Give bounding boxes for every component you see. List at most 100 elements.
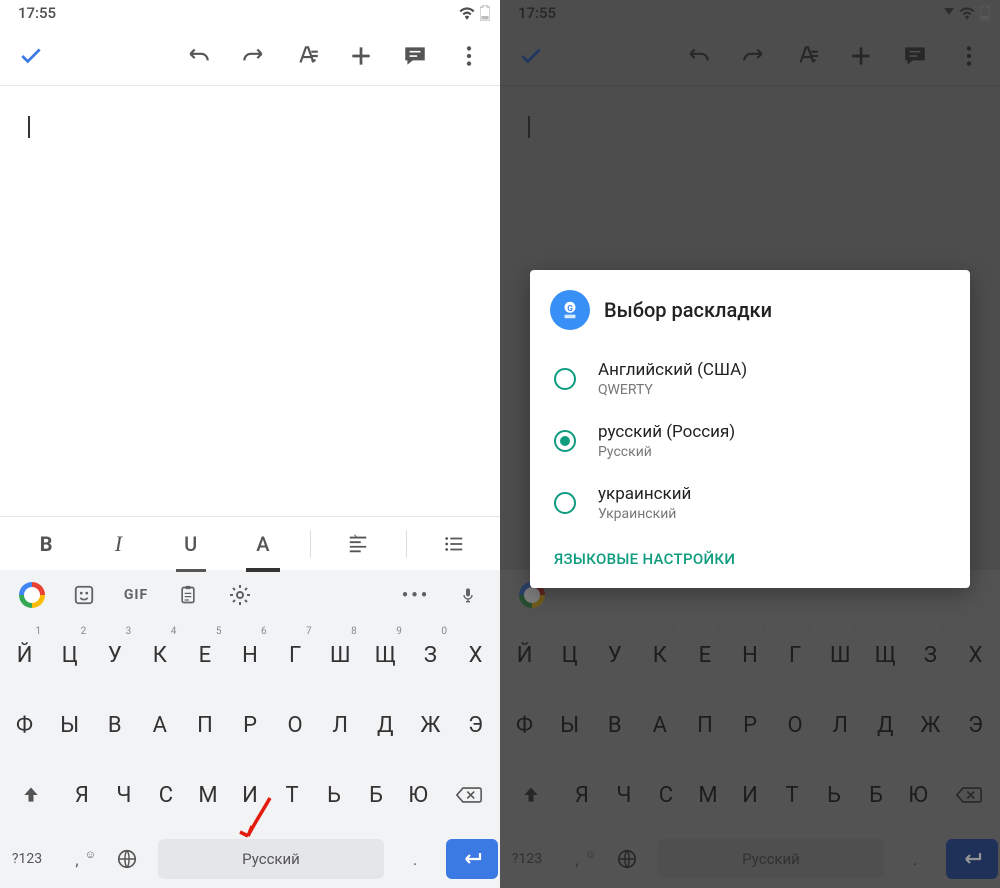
radio-button[interactable]: [554, 368, 576, 390]
key-Х[interactable]: Х: [453, 620, 498, 690]
key-И[interactable]: И: [729, 760, 771, 830]
key-П[interactable]: П: [182, 690, 227, 760]
key-Ь[interactable]: Ь: [313, 760, 355, 830]
shift-key[interactable]: [502, 760, 561, 830]
key-Щ[interactable]: Щ9: [863, 620, 908, 690]
key-Ц[interactable]: Ц2: [47, 620, 92, 690]
backspace-key[interactable]: [939, 760, 998, 830]
key-И[interactable]: И: [229, 760, 271, 830]
document-area[interactable]: [0, 86, 500, 516]
align-button[interactable]: [333, 526, 383, 562]
key-Б[interactable]: Б: [855, 760, 897, 830]
symbols-key[interactable]: ?123: [2, 851, 52, 867]
key-Р[interactable]: Р: [227, 690, 272, 760]
key-Ы[interactable]: Ы: [47, 690, 92, 760]
key-В[interactable]: В: [92, 690, 137, 760]
redo-icon[interactable]: [240, 43, 266, 69]
text-color-button[interactable]: A: [238, 526, 288, 562]
key-Н[interactable]: Н6: [727, 620, 772, 690]
key-М[interactable]: М: [687, 760, 729, 830]
undo-icon[interactable]: [186, 43, 212, 69]
key-Е[interactable]: Е5: [682, 620, 727, 690]
key-О[interactable]: О: [773, 690, 818, 760]
symbols-key[interactable]: ?123: [502, 851, 552, 867]
key-Ч[interactable]: Ч: [603, 760, 645, 830]
key-Е[interactable]: Е5: [182, 620, 227, 690]
more-options-icon[interactable]: •••: [392, 575, 440, 615]
layout-option[interactable]: украинскийУкраинский: [550, 472, 950, 534]
gif-icon[interactable]: GIF: [112, 575, 160, 615]
more-vert-icon[interactable]: [456, 43, 482, 69]
key-Й[interactable]: Й1: [502, 620, 547, 690]
key-Ю[interactable]: Ю: [897, 760, 939, 830]
text-format-icon[interactable]: [294, 43, 320, 69]
microphone-icon[interactable]: [444, 575, 492, 615]
key-Д[interactable]: Д: [363, 690, 408, 760]
sticker-icon[interactable]: [60, 575, 108, 615]
key-Ф[interactable]: Ф: [502, 690, 547, 760]
key-З[interactable]: З0: [408, 620, 453, 690]
key-Й[interactable]: Й1: [2, 620, 47, 690]
comment-icon[interactable]: [902, 43, 928, 69]
key-З[interactable]: З0: [908, 620, 953, 690]
key-С[interactable]: С: [645, 760, 687, 830]
settings-gear-icon[interactable]: [216, 575, 264, 615]
key-Ж[interactable]: Ж: [908, 690, 953, 760]
period-key[interactable]: .: [390, 850, 440, 869]
globe-language-key[interactable]: [102, 848, 152, 870]
key-Ы[interactable]: Ы: [547, 690, 592, 760]
radio-button[interactable]: [554, 430, 576, 452]
key-Ш[interactable]: Ш8: [318, 620, 363, 690]
globe-language-key[interactable]: [602, 848, 652, 870]
key-У[interactable]: У3: [92, 620, 137, 690]
layout-option[interactable]: русский (Россия)Русский: [550, 410, 950, 472]
text-format-icon[interactable]: [794, 43, 820, 69]
italic-button[interactable]: I: [93, 526, 143, 562]
key-Ф[interactable]: Ф: [2, 690, 47, 760]
key-Г[interactable]: Г7: [773, 620, 818, 690]
shift-key[interactable]: [2, 760, 61, 830]
key-О[interactable]: О: [273, 690, 318, 760]
key-Я[interactable]: Я: [561, 760, 603, 830]
key-А[interactable]: А: [637, 690, 682, 760]
key-Ч[interactable]: Ч: [103, 760, 145, 830]
bold-button[interactable]: B: [21, 526, 71, 562]
key-Н[interactable]: Н6: [227, 620, 272, 690]
radio-button[interactable]: [554, 492, 576, 514]
underline-button[interactable]: U: [166, 526, 216, 562]
key-А[interactable]: А: [137, 690, 182, 760]
comma-key[interactable]: ☺,: [52, 850, 102, 869]
key-В[interactable]: В: [592, 690, 637, 760]
comment-icon[interactable]: [402, 43, 428, 69]
key-Т[interactable]: Т: [771, 760, 813, 830]
key-С[interactable]: С: [145, 760, 187, 830]
key-Б[interactable]: Б: [355, 760, 397, 830]
key-П[interactable]: П: [682, 690, 727, 760]
more-vert-icon[interactable]: [956, 43, 982, 69]
clipboard-icon[interactable]: [164, 575, 212, 615]
redo-icon[interactable]: [740, 43, 766, 69]
key-Х[interactable]: Х: [953, 620, 998, 690]
key-Ю[interactable]: Ю: [397, 760, 439, 830]
spacebar[interactable]: Русский: [158, 839, 384, 879]
enter-key[interactable]: [946, 839, 998, 879]
key-Г[interactable]: Г7: [273, 620, 318, 690]
key-Т[interactable]: Т: [271, 760, 313, 830]
period-key[interactable]: .: [890, 850, 940, 869]
undo-icon[interactable]: [686, 43, 712, 69]
done-check-icon[interactable]: [518, 43, 544, 69]
key-М[interactable]: М: [187, 760, 229, 830]
key-Л[interactable]: Л: [818, 690, 863, 760]
key-У[interactable]: У3: [592, 620, 637, 690]
key-Я[interactable]: Я: [61, 760, 103, 830]
done-check-icon[interactable]: [18, 43, 44, 69]
backspace-key[interactable]: [439, 760, 498, 830]
spacebar[interactable]: Русский: [658, 839, 884, 879]
key-К[interactable]: К4: [137, 620, 182, 690]
layout-option[interactable]: Английский (США)QWERTY: [550, 348, 950, 410]
key-Э[interactable]: Э: [953, 690, 998, 760]
key-Д[interactable]: Д: [863, 690, 908, 760]
list-button[interactable]: [429, 526, 479, 562]
comma-key[interactable]: ☺,: [552, 850, 602, 869]
enter-key[interactable]: [446, 839, 498, 879]
